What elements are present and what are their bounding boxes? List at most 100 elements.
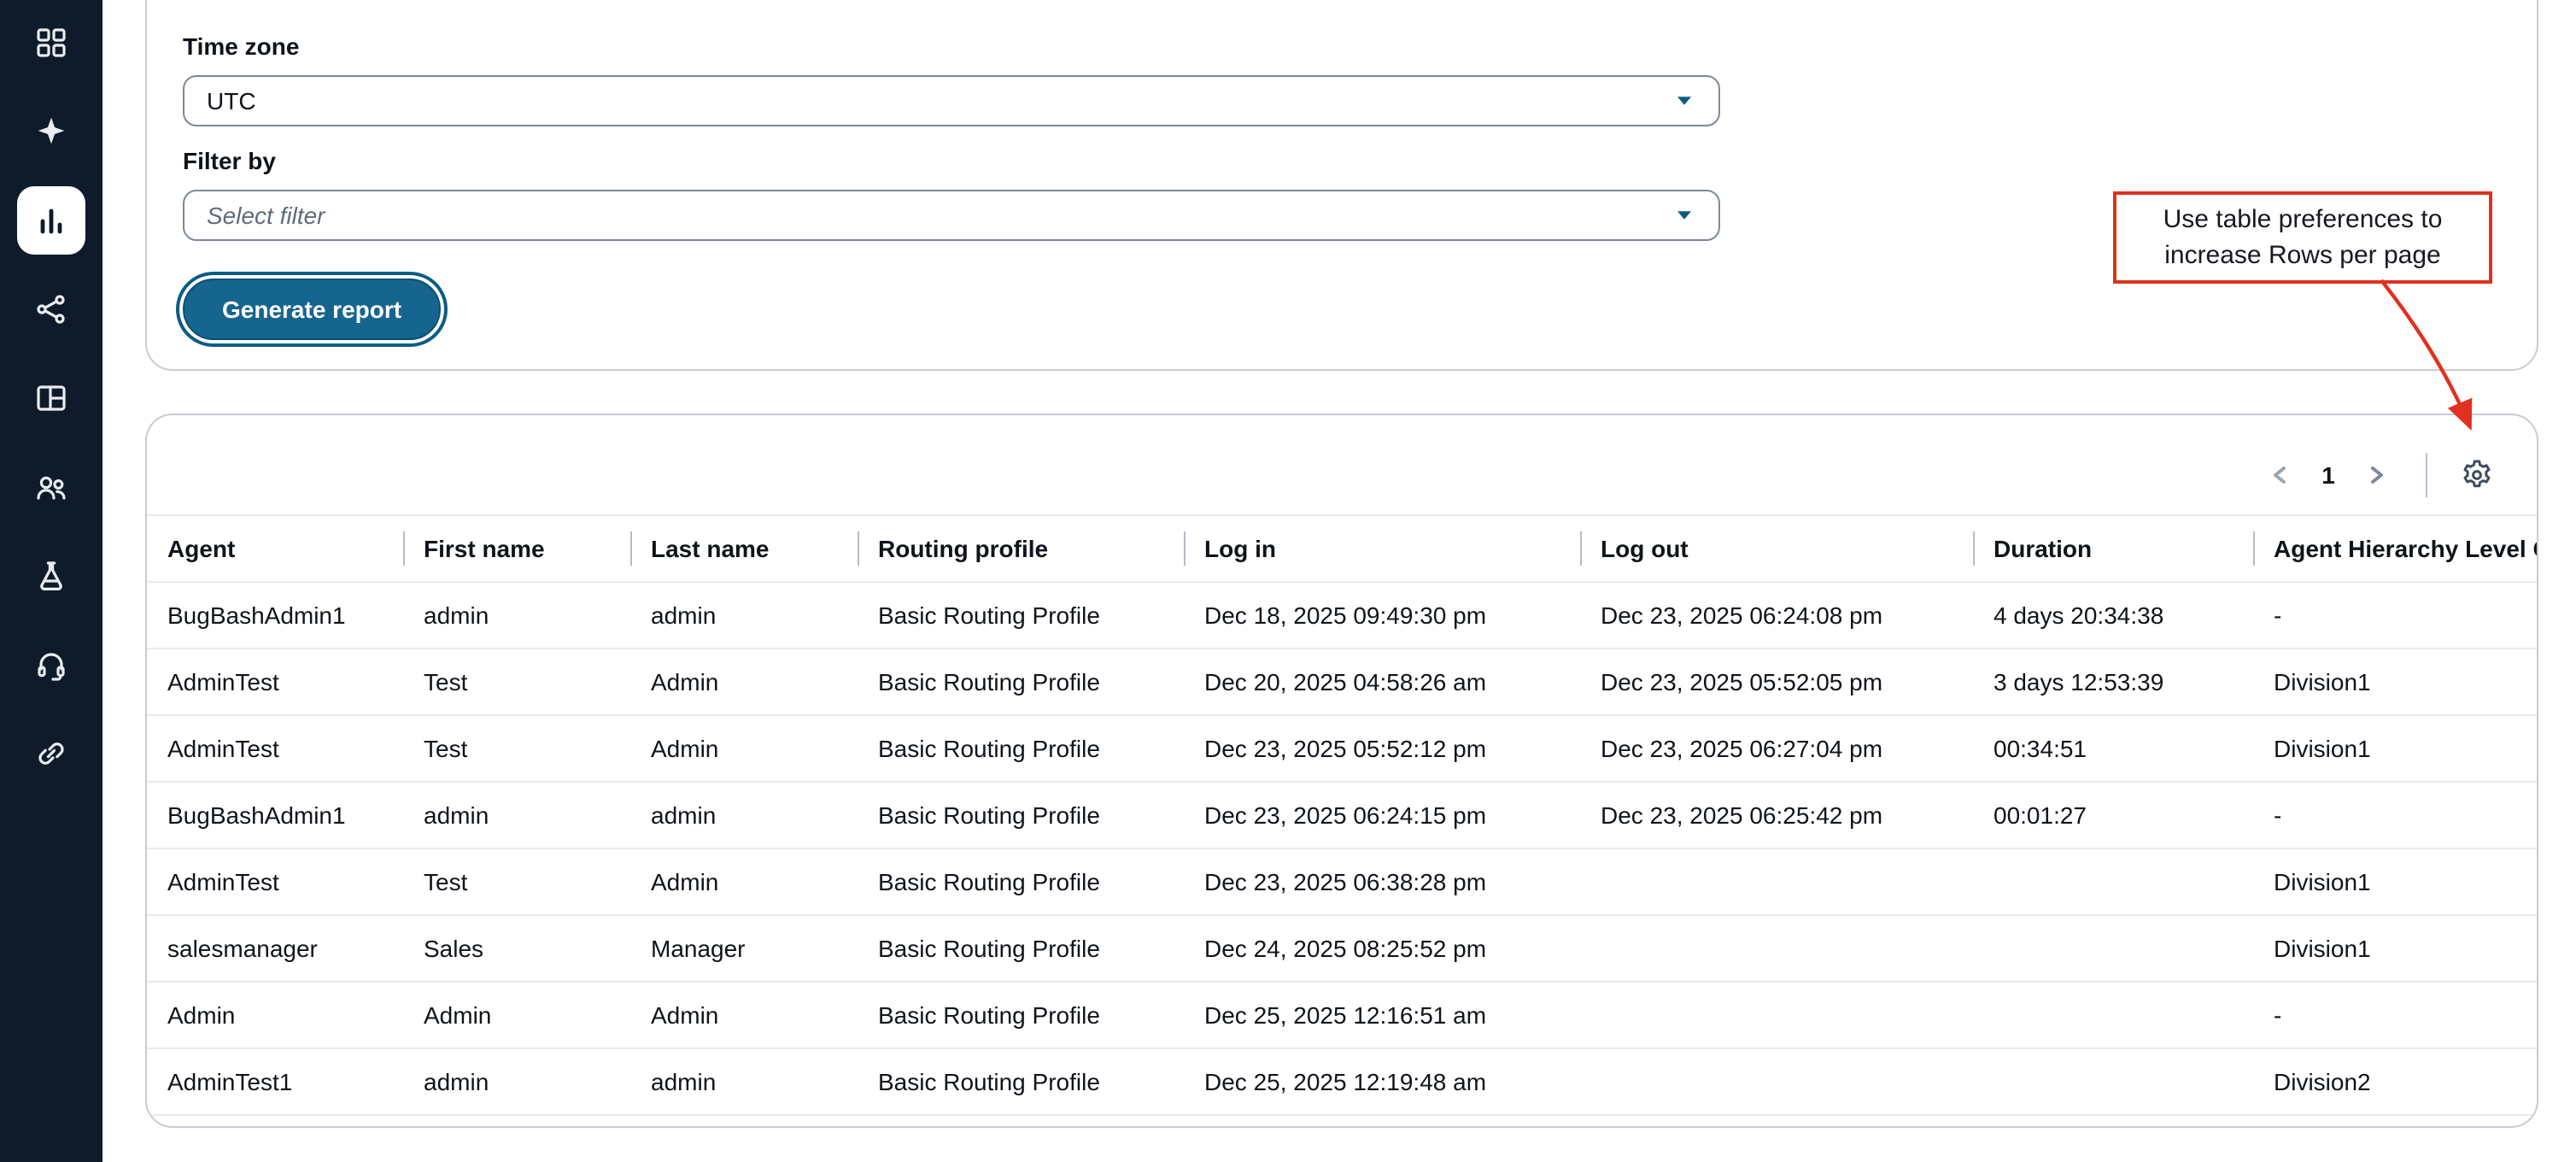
column-header[interactable]: Last name (630, 515, 858, 582)
table-cell: admin (630, 1048, 858, 1115)
table-cell: Dec 23, 2025 06:24:15 pm (1184, 782, 1580, 848)
column-header[interactable]: Agent (147, 515, 403, 582)
table-cell: 00:34:51 (1973, 715, 2253, 782)
table-cell: admin (403, 1048, 630, 1115)
table-row: salesmanagerSalesManagerBasic Routing Pr… (147, 915, 2537, 982)
column-header[interactable]: First name (403, 515, 630, 582)
bar-chart-icon (34, 203, 68, 238)
table-body: BugBashAdmin1adminadminBasic Routing Pro… (147, 582, 2537, 1115)
sidebar-item-ai[interactable] (17, 97, 85, 166)
table-cell: Basic Routing Profile (858, 982, 1184, 1048)
column-header[interactable]: Log out (1580, 515, 1973, 582)
table-cell: Dec 23, 2025 06:25:42 pm (1580, 782, 1973, 848)
table-cell: Test (403, 648, 630, 715)
table-cell: Dec 23, 2025 06:38:28 pm (1184, 848, 1580, 915)
table-cell: Admin (630, 982, 858, 1048)
table-toolbar: 1 (147, 415, 2537, 514)
column-header[interactable]: Agent Hierarchy Level One (2253, 515, 2537, 582)
timezone-value: UTC (207, 87, 1671, 114)
flask-icon (34, 559, 68, 593)
table-cell (1580, 848, 1973, 915)
sidebar-item-integrations[interactable] (17, 719, 85, 788)
next-page-button[interactable] (2354, 453, 2398, 497)
table-cell: BugBashAdmin1 (147, 782, 403, 848)
column-header[interactable]: Routing profile (858, 515, 1184, 582)
filter-select[interactable]: Select filter (183, 190, 1720, 241)
table-cell: admin (630, 782, 858, 848)
table-cell: 3 days 12:53:39 (1973, 648, 2253, 715)
table-cell: - (2253, 782, 2537, 848)
column-header[interactable]: Log in (1184, 515, 1580, 582)
table-cell: Dec 23, 2025 06:24:08 pm (1580, 582, 1973, 648)
table-header-row: AgentFirst nameLast nameRouting profileL… (147, 515, 2537, 582)
users-icon (34, 470, 68, 504)
table-cell: Division2 (2253, 1048, 2537, 1115)
sidebar-item-support[interactable] (17, 631, 85, 699)
table-cell: - (2253, 582, 2537, 648)
table-cell: Dec 18, 2025 09:49:30 pm (1184, 582, 1580, 648)
table-row: AdminTestTestAdminBasic Routing ProfileD… (147, 848, 2537, 915)
sidebar-item-apps[interactable] (17, 9, 85, 77)
table-cell: Admin (630, 848, 858, 915)
sidebar-item-analytics[interactable] (17, 186, 85, 255)
table-row: AdminTest1adminadminBasic Routing Profil… (147, 1048, 2537, 1115)
table-cell: Basic Routing Profile (858, 648, 1184, 715)
chevron-right-icon (2362, 461, 2390, 489)
table-cell: Admin (403, 982, 630, 1048)
table-cell (1580, 915, 1973, 982)
table-row: AdminAdminAdminBasic Routing ProfileDec … (147, 982, 2537, 1048)
table-cell: - (2253, 982, 2537, 1048)
sidebar-item-flows[interactable] (17, 275, 85, 343)
table-cell: Test (403, 715, 630, 782)
table-cell: 00:01:27 (1973, 782, 2253, 848)
table-cell: AdminTest (147, 648, 403, 715)
sidebar-item-experiments[interactable] (17, 542, 85, 610)
table-cell: Basic Routing Profile (858, 1048, 1184, 1115)
chevron-left-icon (2267, 461, 2294, 489)
table-preferences-button[interactable] (2455, 453, 2499, 497)
previous-page-button[interactable] (2258, 453, 2303, 497)
table-cell: admin (403, 782, 630, 848)
gear-icon (2460, 458, 2494, 492)
sidebar (0, 0, 102, 1162)
filter-by-label: Filter by (183, 147, 2501, 176)
table-cell: admin (403, 582, 630, 648)
app-viewport: Time zone UTC Filter by Select filter Ge… (0, 0, 2576, 1162)
table-cell: salesmanager (147, 915, 403, 982)
flow-branch-icon (34, 292, 68, 326)
table-cell: Dec 23, 2025 06:27:04 pm (1580, 715, 1973, 782)
filter-placeholder: Select filter (207, 202, 1671, 229)
page-number[interactable]: 1 (2310, 460, 2347, 490)
toolbar-divider (2426, 453, 2427, 497)
table-cell: Basic Routing Profile (858, 915, 1184, 982)
table-cell: Division1 (2253, 648, 2537, 715)
sidebar-item-dashboards[interactable] (17, 364, 85, 432)
report-config-card: Time zone UTC Filter by Select filter Ge… (145, 0, 2538, 371)
table-cell: Dec 25, 2025 12:19:48 am (1184, 1048, 1580, 1115)
sidebar-item-users[interactable] (17, 453, 85, 521)
table-cell: AdminTest (147, 848, 403, 915)
table-cell: Dec 25, 2025 12:16:51 am (1184, 982, 1580, 1048)
table-cell (1973, 915, 2253, 982)
generate-report-button[interactable]: Generate report (183, 279, 441, 340)
annotation-callout: Use table preferences to increase Rows p… (2113, 191, 2492, 284)
table-cell (1973, 982, 2253, 1048)
timezone-select[interactable]: UTC (183, 75, 1720, 126)
table-cell: Basic Routing Profile (858, 848, 1184, 915)
apps-grid-icon (34, 26, 68, 60)
table-cell: 4 days 20:34:38 (1973, 582, 2253, 648)
table-cell: Manager (630, 915, 858, 982)
chevron-down-icon (1671, 87, 1698, 114)
column-header[interactable]: Duration (1973, 515, 2253, 582)
table-row: AdminTestTestAdminBasic Routing ProfileD… (147, 648, 2537, 715)
report-table-card: 1 AgentFirst nameLast nameRouting profil… (145, 414, 2538, 1128)
timezone-label: Time zone (183, 32, 2501, 62)
table-scroll-area[interactable]: AgentFirst nameLast nameRouting profileL… (147, 514, 2537, 1116)
table-cell (1580, 1048, 1973, 1115)
table-cell: Division1 (2253, 848, 2537, 915)
table-cell (1973, 848, 2253, 915)
table-cell: Test (403, 848, 630, 915)
login-logout-report-table: AgentFirst nameLast nameRouting profileL… (147, 514, 2537, 1116)
sparkle-icon (34, 114, 68, 149)
headset-icon (34, 648, 68, 682)
